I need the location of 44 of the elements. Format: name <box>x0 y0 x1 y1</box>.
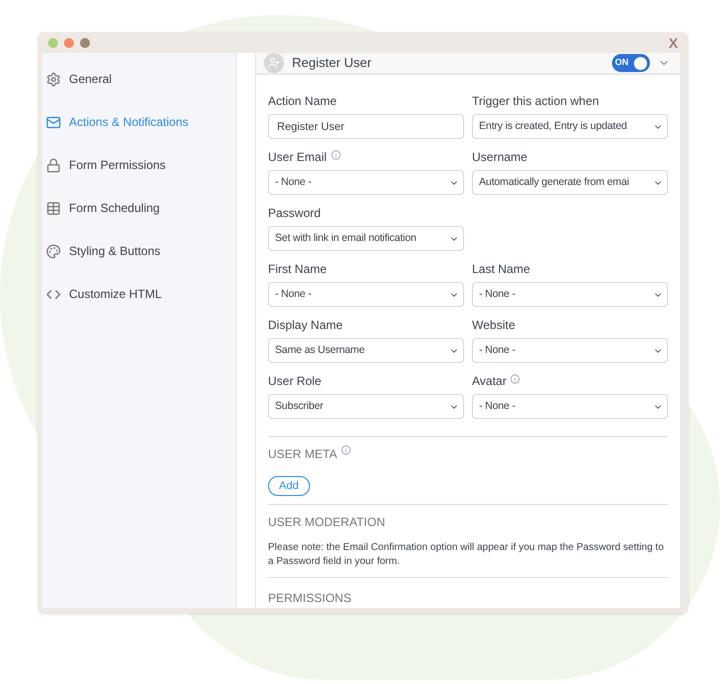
info-icon[interactable] <box>341 445 352 455</box>
field-label: Username <box>472 150 528 164</box>
info-icon[interactable] <box>510 374 520 384</box>
select-field[interactable]: Entry is created, Entry is updated <box>472 114 668 139</box>
field-label: Last Name <box>472 262 530 276</box>
field-label: Display Name <box>268 318 343 332</box>
select-field[interactable]: Same as Username <box>268 338 464 363</box>
sidebar-item[interactable]: Customize HTML <box>42 282 236 306</box>
sidebar-item[interactable]: General <box>42 67 236 91</box>
settings-icon <box>46 72 61 86</box>
field-label: Website <box>472 318 516 332</box>
section-heading: USER META <box>268 446 338 463</box>
action-title: Register User <box>292 54 372 72</box>
field-label: User Email <box>268 150 327 164</box>
add-button[interactable]: Add <box>268 476 310 496</box>
input-field[interactable]: Register User <box>268 114 464 139</box>
select-field[interactable]: Automatically generate from emai <box>472 170 668 195</box>
moderation-note: Please note: the Email Confirmation option will appear if you map the Password setting to a Password field in your form. <box>268 541 665 569</box>
action-header[interactable]: Register User ON <box>256 53 680 75</box>
sidebar-item[interactable]: Form Permissions <box>42 153 236 177</box>
toggle-switch[interactable]: ON <box>612 54 650 72</box>
select-field[interactable]: - None - <box>472 282 668 307</box>
grid-icon <box>46 200 61 216</box>
section-heading: PERMISSIONS <box>268 591 352 605</box>
select-field[interactable]: Set with link in email notification <box>268 226 464 251</box>
field-label: Trigger this action when <box>472 94 599 108</box>
info-icon[interactable] <box>330 150 341 160</box>
select-field[interactable]: - None - <box>268 170 464 195</box>
select-field[interactable]: Subscriber <box>268 394 464 419</box>
field-label: Avatar <box>472 374 506 388</box>
select-field[interactable]: - None - <box>268 282 464 307</box>
select-field[interactable]: - None - <box>472 338 668 363</box>
section-heading: USER MODERATION <box>268 514 386 531</box>
user-plus-icon <box>264 53 284 73</box>
palette-icon <box>46 244 61 258</box>
sidebar-item[interactable]: Form Scheduling <box>42 196 236 220</box>
sidebar-item[interactable]: Styling & Buttons <box>42 239 236 263</box>
field-label: First Name <box>268 262 327 276</box>
envelope-icon <box>46 114 61 130</box>
select-field[interactable]: - None - <box>472 394 668 419</box>
field-label: User Role <box>268 374 322 388</box>
lock-icon <box>46 158 61 172</box>
field-label: Password <box>268 206 321 220</box>
field-label: Action Name <box>268 94 337 108</box>
